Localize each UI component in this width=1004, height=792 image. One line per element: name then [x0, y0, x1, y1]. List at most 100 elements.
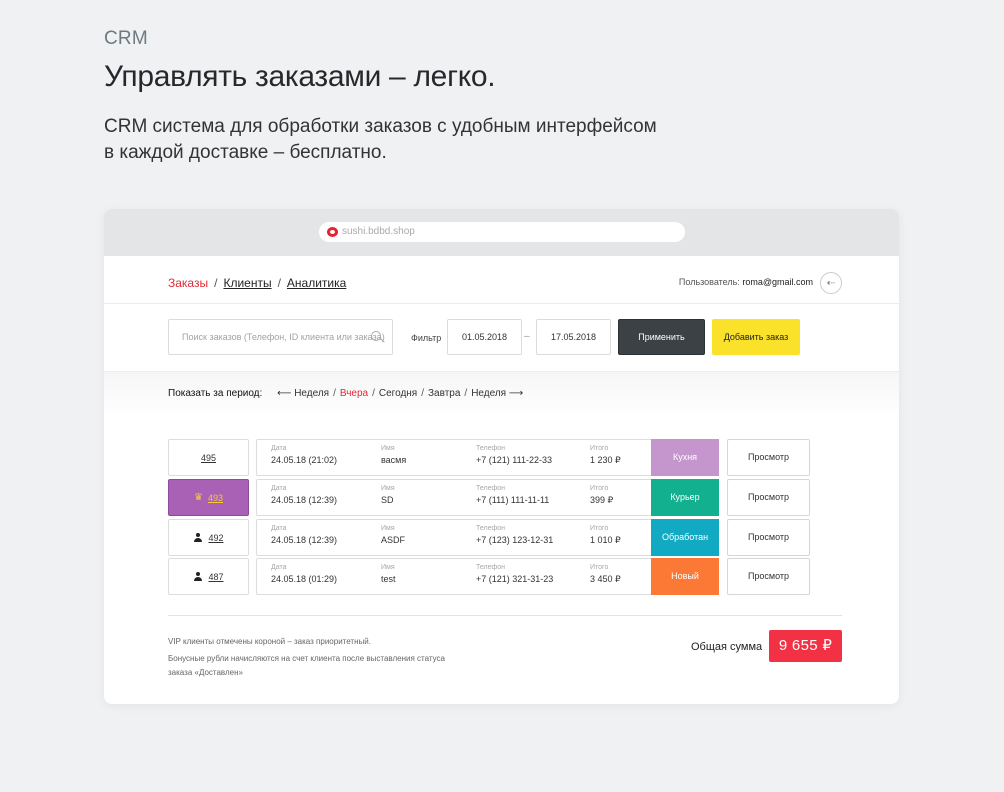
date-from-input[interactable]: 01.05.2018	[447, 319, 522, 355]
nav-analytics[interactable]: Аналитика	[287, 276, 346, 290]
filter-label: Фильтр	[411, 333, 442, 343]
order-name-cell: Имя ASDF	[381, 525, 405, 545]
date-label: Дата	[271, 564, 287, 571]
order-status-badge[interactable]: Курьер	[651, 479, 719, 516]
order-id-cell[interactable]: 492	[168, 519, 249, 556]
order-total: 399 ₽	[590, 495, 614, 505]
total-sum-badge: 9 655 ₽	[769, 630, 842, 662]
order-total-cell: Итого 3 450 ₽	[590, 564, 621, 585]
period-option-tomorrow[interactable]: Завтра	[428, 388, 460, 399]
order-total-cell: Итого 1 230 ₽	[590, 445, 621, 466]
lede-line-1: CRM система для обработки заказов с удоб…	[104, 116, 657, 137]
note-bonus: Бонусные рубли начисляются на счет клиен…	[168, 654, 445, 677]
order-status-badge[interactable]: Кухня	[651, 439, 719, 476]
period-separator: /	[333, 388, 336, 399]
order-name: васмя	[381, 455, 407, 465]
order-date-cell: Дата 24.05.18 (21:02)	[271, 445, 337, 465]
period-option-week-prev[interactable]: Неделя	[294, 388, 329, 399]
search-icon[interactable]	[371, 331, 381, 341]
order-date: 24.05.18 (12:39)	[271, 495, 338, 505]
order-id-cell[interactable]: ♛ 493	[168, 479, 249, 516]
order-date-cell: Дата 24.05.18 (01:29)	[271, 564, 337, 584]
date-range-dash: –	[524, 331, 530, 342]
nav-clients[interactable]: Клиенты	[223, 276, 271, 290]
lede-line-2: в каждой доставке – бесплатно.	[104, 142, 387, 163]
order-id-cell[interactable]: 495	[168, 439, 249, 476]
order-name-cell: Имя test	[381, 564, 396, 584]
order-row: ♛ 493 Дата 24.05.18 (12:39) Имя SD Телефон…	[168, 479, 810, 516]
person-icon	[193, 572, 202, 581]
order-row: 495 Дата 24.05.18 (21:02) Имя васмя Телефо…	[168, 439, 810, 476]
date-to-input[interactable]: 17.05.2018	[536, 319, 611, 355]
order-phone-cell: Телефон +7 (121) 111-22-33	[476, 445, 552, 465]
order-total: 3 450 ₽	[590, 574, 621, 584]
order-phone: +7 (123) 123-12-31	[476, 535, 554, 545]
promo-eyebrow: CRM	[104, 28, 148, 49]
order-phone: +7 (111) 111-11-11	[476, 495, 550, 505]
period-prev-arrow-icon[interactable]: ⟵	[277, 388, 291, 399]
order-status-badge[interactable]: Обработан	[651, 519, 719, 556]
order-id-link[interactable]: 487	[208, 572, 223, 582]
order-date: 24.05.18 (01:29)	[271, 574, 338, 584]
breadcrumb: Заказы / Клиенты / Аналитика	[168, 276, 346, 290]
order-name: test	[381, 574, 396, 584]
nav-separator: /	[214, 276, 218, 290]
order-id-link[interactable]: 492	[208, 533, 223, 543]
period-separator: /	[372, 388, 375, 399]
view-order-button[interactable]: Просмотр	[727, 439, 810, 476]
view-order-button[interactable]: Просмотр	[727, 558, 810, 595]
order-status-badge[interactable]: Новый	[651, 558, 719, 595]
view-order-button[interactable]: Просмотр	[727, 519, 810, 556]
order-info: Дата 24.05.18 (01:29) Имя test Телефон +7 (…	[256, 558, 652, 595]
search-input[interactable]: Поиск заказов (Телефон, ID клиента или з…	[168, 319, 393, 355]
order-date-cell: Дата 24.05.18 (12:39)	[271, 525, 337, 545]
order-id-link[interactable]: 493	[208, 493, 223, 503]
date-label: Дата	[271, 445, 287, 452]
logout-button[interactable]: ⇠	[820, 272, 842, 294]
order-info: Дата 24.05.18 (12:39) Имя SD Телефон +7 (11…	[256, 479, 652, 516]
period-option-today[interactable]: Сегодня	[379, 388, 417, 399]
add-order-button[interactable]: Добавить заказ	[712, 319, 800, 355]
nav-orders[interactable]: Заказы	[168, 276, 208, 290]
app-window: sushi.bdbd.shop Заказы / Клиенты / Аналитика…	[104, 209, 899, 704]
phone-label: Телефон	[476, 525, 506, 532]
order-phone-cell: Телефон +7 (111) 111-11-11	[476, 485, 549, 505]
top-navigation: Заказы / Клиенты / Аналитика Пользователь: r…	[104, 256, 899, 304]
period-label: Показать за период:	[168, 388, 263, 399]
logout-icon: ⇠	[826, 277, 836, 289]
view-order-button[interactable]: Просмотр	[727, 479, 810, 516]
promo-lede: CRM система для обработки заказов с удоб…	[104, 114, 664, 166]
period-option-week-next[interactable]: Неделя	[471, 388, 506, 399]
order-phone: +7 (121) 111-22-33	[476, 455, 552, 465]
browser-chrome: sushi.bdbd.shop	[104, 209, 899, 256]
order-date: 24.05.18 (12:39)	[271, 535, 338, 545]
name-label: Имя	[381, 445, 395, 452]
period-option-yesterday[interactable]: Вчера	[340, 388, 368, 399]
order-row: 487 Дата 24.05.18 (01:29) Имя test Телефон…	[168, 558, 810, 595]
address-url: sushi.bdbd.shop	[342, 226, 415, 237]
phone-label: Телефон	[476, 445, 506, 452]
note-vip: VIP клиенты отмечены короной – заказ при…	[168, 637, 371, 646]
order-name: ASDF	[381, 535, 406, 545]
promo-headline: Управлять заказами – легко.	[104, 60, 496, 93]
order-date: 24.05.18 (21:02)	[271, 455, 338, 465]
order-name: SD	[381, 495, 394, 505]
order-row: 492 Дата 24.05.18 (12:39) Имя ASDF Телефон…	[168, 519, 810, 556]
order-phone-cell: Телефон +7 (123) 123-12-31	[476, 525, 553, 545]
period-next-arrow-icon[interactable]: ⟶	[509, 388, 523, 399]
person-icon	[193, 533, 202, 542]
order-id-link[interactable]: 495	[201, 453, 216, 463]
total-sum-label: Общая сумма	[691, 641, 763, 653]
nav-separator: /	[277, 276, 281, 290]
period-separator: /	[421, 388, 424, 399]
address-bar[interactable]: sushi.bdbd.shop	[319, 222, 685, 242]
user-info: Пользователь: roma@gmail.com	[679, 277, 813, 287]
date-label: Дата	[271, 525, 287, 532]
apply-button[interactable]: Применить	[618, 319, 705, 355]
order-phone-cell: Телефон +7 (121) 321-31-23	[476, 564, 553, 584]
order-total-cell: Итого 1 010 ₽	[590, 525, 621, 546]
order-id-cell[interactable]: 487	[168, 558, 249, 595]
filter-bar: Поиск заказов (Телефон, ID клиента или з…	[104, 305, 899, 371]
total-label: Итого	[590, 525, 609, 532]
name-label: Имя	[381, 485, 395, 492]
